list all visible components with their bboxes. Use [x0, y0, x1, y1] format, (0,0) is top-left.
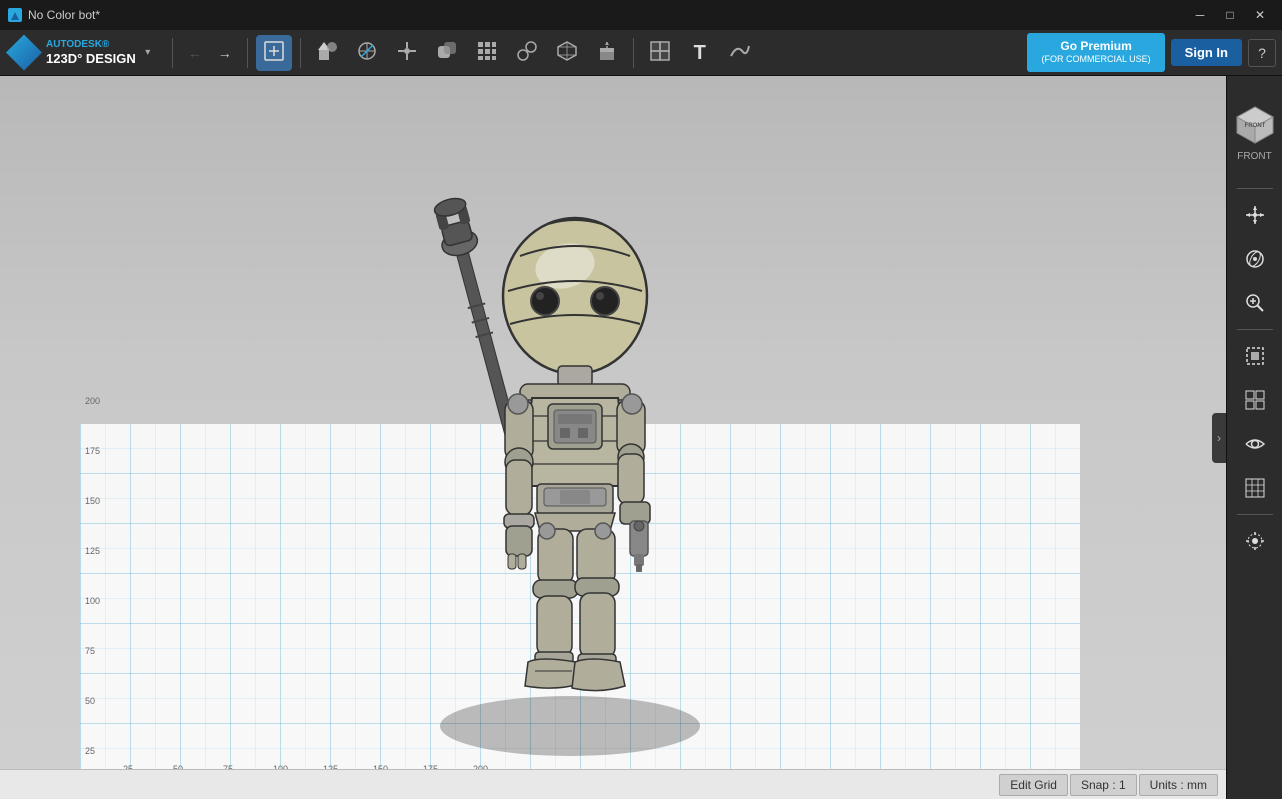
zoom-icon	[1244, 292, 1266, 314]
perspective-button[interactable]	[1235, 380, 1275, 420]
nav-buttons: ← →	[181, 39, 239, 67]
logo-area: AUTODESK® 123D° DESIGN ▾	[6, 35, 156, 71]
new-icon	[263, 40, 285, 65]
logo-icon	[6, 35, 42, 71]
bottombar: Edit Grid Snap : 1 Units : mm	[0, 769, 1226, 799]
pan-button[interactable]	[1235, 195, 1275, 235]
orbit-icon	[1244, 248, 1266, 270]
view-icon	[649, 40, 671, 65]
units-button[interactable]: Units : mm	[1139, 774, 1218, 796]
orbit-button[interactable]	[1235, 239, 1275, 279]
view-button[interactable]	[642, 35, 678, 71]
titlebar-title: No Color bot*	[28, 8, 100, 22]
measure-button[interactable]	[509, 35, 545, 71]
view-cube-label: FRONT	[1237, 151, 1271, 162]
sketch-icon	[356, 40, 378, 65]
robot-model	[280, 146, 760, 766]
logo-dropdown[interactable]: ▾	[140, 45, 156, 61]
pattern-icon	[476, 40, 498, 65]
svg-text:125: 125	[85, 546, 100, 556]
maximize-button[interactable]: □	[1216, 1, 1244, 29]
sketch-button[interactable]	[349, 35, 385, 71]
fit-icon	[1244, 345, 1266, 367]
material-icon	[556, 40, 578, 65]
signin-button[interactable]: Sign In	[1171, 39, 1242, 66]
snap-icon	[1244, 530, 1266, 552]
grid-icon	[1244, 477, 1266, 499]
pan-icon	[1244, 204, 1266, 226]
separator	[1237, 514, 1273, 515]
right-panel: FRONT FRONT	[1226, 76, 1282, 799]
spline-button[interactable]	[722, 35, 758, 71]
logo-product: 123D° DESIGN	[46, 51, 136, 67]
viewport[interactable]: 25 50 75 100 125 150 175 200 25 50 75 10…	[0, 76, 1226, 799]
perspective-icon	[1244, 389, 1266, 411]
text-icon: T	[694, 43, 706, 63]
measure-icon	[516, 40, 538, 65]
back-button[interactable]: ←	[181, 39, 209, 67]
svg-text:50: 50	[85, 696, 95, 706]
text-button[interactable]: T	[682, 35, 718, 71]
modify-icon	[436, 40, 458, 65]
titlebar: No Color bot* ─ □ ✕	[0, 0, 1282, 30]
view-cube-svg: FRONT	[1229, 97, 1281, 149]
separator	[633, 38, 634, 68]
forward-button[interactable]: →	[211, 39, 239, 67]
svg-text:FRONT: FRONT	[1244, 123, 1265, 129]
close-button[interactable]: ✕	[1246, 1, 1274, 29]
collapse-tab[interactable]: ›	[1212, 413, 1226, 463]
svg-text:200: 200	[85, 396, 100, 406]
minimize-button[interactable]: ─	[1186, 1, 1214, 29]
extrude-button[interactable]	[589, 35, 625, 71]
edit-grid-button[interactable]: Edit Grid	[999, 774, 1068, 796]
separator	[247, 38, 248, 68]
construct-icon	[396, 40, 418, 65]
main-area: 25 50 75 100 125 150 175 200 25 50 75 10…	[0, 76, 1282, 799]
separator	[1237, 188, 1273, 189]
titlebar-controls: ─ □ ✕	[1186, 1, 1274, 29]
grid-toggle-button[interactable]	[1235, 468, 1275, 508]
separator	[300, 38, 301, 68]
svg-text:175: 175	[85, 446, 100, 456]
toolbar-right: Go Premium (FOR COMMERCIAL USE) Sign In …	[1027, 33, 1276, 72]
spline-icon	[729, 40, 751, 65]
visibility-button[interactable]	[1235, 424, 1275, 464]
primitives-icon	[316, 40, 338, 65]
eye-icon	[1244, 433, 1266, 455]
go-premium-button[interactable]: Go Premium (FOR COMMERCIAL USE)	[1027, 33, 1164, 72]
toolbar: AUTODESK® 123D° DESIGN ▾ ← →	[0, 30, 1282, 76]
pattern-button[interactable]	[469, 35, 505, 71]
extrude-icon	[596, 40, 618, 65]
material-button[interactable]	[549, 35, 585, 71]
help-button[interactable]: ?	[1248, 39, 1276, 67]
svg-text:100: 100	[85, 596, 100, 606]
primitives-button[interactable]	[309, 35, 345, 71]
separator	[172, 38, 173, 68]
view-cube[interactable]: FRONT FRONT	[1227, 84, 1282, 174]
snap-setting-button[interactable]: Snap : 1	[1070, 774, 1137, 796]
fit-button[interactable]	[1235, 336, 1275, 376]
zoom-button[interactable]	[1235, 283, 1275, 323]
svg-text:25: 25	[85, 746, 95, 756]
new-tool-button[interactable]	[256, 35, 292, 71]
titlebar-left: No Color bot*	[8, 8, 100, 22]
logo-brand: AUTODESK®	[46, 39, 136, 51]
construct-button[interactable]	[389, 35, 425, 71]
modify-button[interactable]	[429, 35, 465, 71]
separator	[1237, 329, 1273, 330]
logo-text: AUTODESK® 123D° DESIGN	[46, 39, 136, 67]
svg-text:75: 75	[85, 646, 95, 656]
svg-text:150: 150	[85, 496, 100, 506]
snap-button[interactable]	[1235, 521, 1275, 561]
app-icon	[8, 8, 22, 22]
